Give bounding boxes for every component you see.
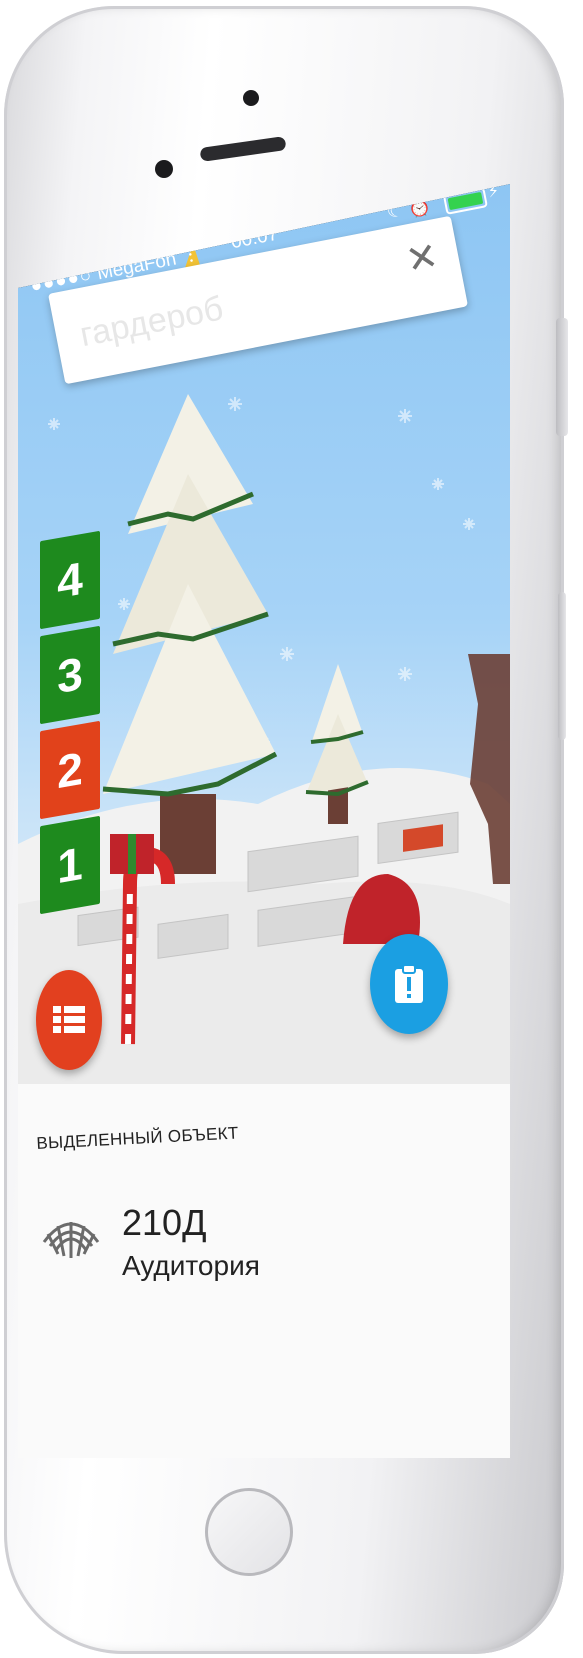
floor-selector: 4 3 2 1 — [40, 530, 102, 916]
object-type: Аудитория — [122, 1250, 260, 1281]
list-menu-button[interactable] — [36, 970, 102, 1070]
snowflake-icon — [280, 647, 294, 661]
snowflake-icon — [48, 418, 60, 430]
snowflake-icon — [463, 518, 475, 530]
app-screen: ●●●●○ MegaFon ︙ 00:07 ☾ ⏰ ⚡ ✕ 4 3 — [18, 184, 510, 1458]
selected-object-panel: ВЫДЕЛЕННЫЙ ОБЪЕКТ 210Д Аудитория — [18, 1084, 510, 1458]
object-code: 210Д — [122, 1202, 207, 1243]
clipboard-alert-icon — [395, 964, 423, 1003]
floor-3-button[interactable]: 3 — [40, 625, 100, 725]
snowflake-icon — [228, 397, 242, 411]
proximity-sensor — [155, 160, 173, 178]
front-camera — [243, 90, 259, 106]
snowflake-icon — [118, 598, 130, 610]
phone-frame: ●●●●○ MegaFon ︙ 00:07 ☾ ⏰ ⚡ ✕ 4 3 — [0, 0, 583, 1658]
snowflake-icon — [398, 409, 412, 423]
floor-2-button[interactable]: 2 — [40, 720, 100, 820]
auditorium-icon — [42, 1222, 100, 1258]
snowflake-icon — [432, 478, 444, 490]
report-button[interactable] — [370, 934, 448, 1034]
panel-header: ВЫДЕЛЕННЫЙ ОБЪЕКТ — [36, 1123, 239, 1153]
floor-1-button[interactable]: 1 — [40, 815, 100, 915]
power-button — [556, 318, 568, 436]
list-icon — [53, 1006, 85, 1033]
floor-4-button[interactable]: 4 — [40, 530, 100, 630]
volume-button — [558, 592, 566, 740]
map-scene[interactable]: ●●●●○ MegaFon ︙ 00:07 ☾ ⏰ ⚡ ✕ 4 3 — [18, 184, 510, 1144]
close-icon[interactable]: ✕ — [403, 235, 442, 282]
home-button[interactable] — [205, 1488, 293, 1576]
selected-object[interactable]: 210Д Аудитория — [40, 1202, 480, 1322]
snowflake-icon — [398, 667, 412, 681]
